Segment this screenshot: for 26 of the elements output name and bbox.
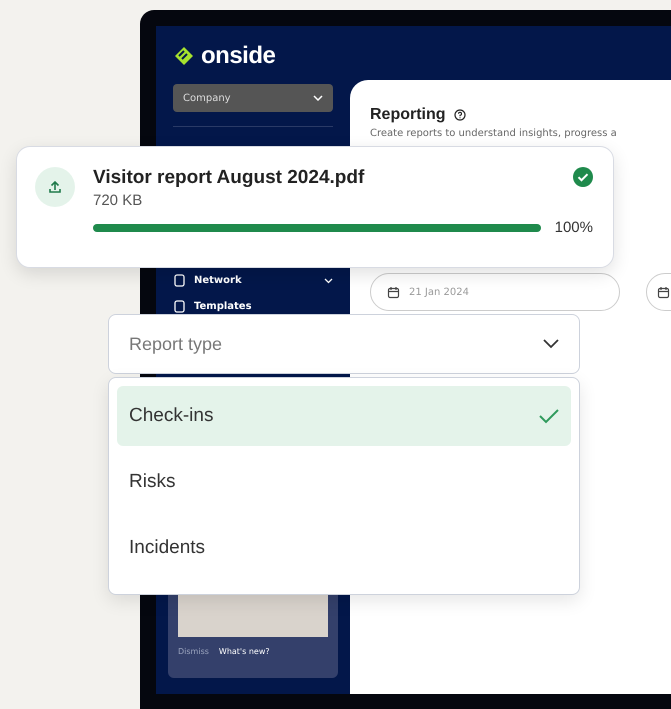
logo-text: onside	[201, 42, 276, 70]
chevron-down-icon	[324, 278, 333, 284]
page-title: Reporting	[370, 106, 446, 124]
chevron-icon	[543, 339, 559, 349]
logo-icon	[173, 45, 195, 67]
file-name: Visitor report August 2024.pdf	[93, 167, 364, 189]
chevron-down-icon	[313, 95, 323, 101]
report-type-select[interactable]: Report type	[108, 314, 580, 374]
help-icon[interactable]	[454, 109, 466, 121]
nav-item[interactable]: Network	[173, 274, 333, 287]
nav-icon	[173, 274, 186, 287]
dismiss-link[interactable]: Dismiss	[178, 647, 209, 656]
nav-icon	[173, 300, 186, 313]
menu-option[interactable]: Risks	[117, 452, 571, 512]
calendar-icon	[657, 286, 670, 298]
whats-new-link[interactable]: What's new?	[218, 647, 270, 656]
calendar-icon	[387, 286, 400, 298]
upload-icon	[35, 167, 75, 207]
file-size: 720 KB	[93, 192, 144, 209]
check-icon	[539, 408, 559, 424]
menu-option[interactable]: Check-ins	[117, 386, 571, 446]
menu-option[interactable]: Incidents	[117, 518, 571, 578]
company-select[interactable]: Company	[173, 84, 333, 112]
nav-item[interactable]: Templates	[173, 300, 333, 313]
progress-percent: 100%	[554, 219, 593, 236]
page-subtitle: Create reports to understand insights, progress a	[370, 128, 618, 139]
